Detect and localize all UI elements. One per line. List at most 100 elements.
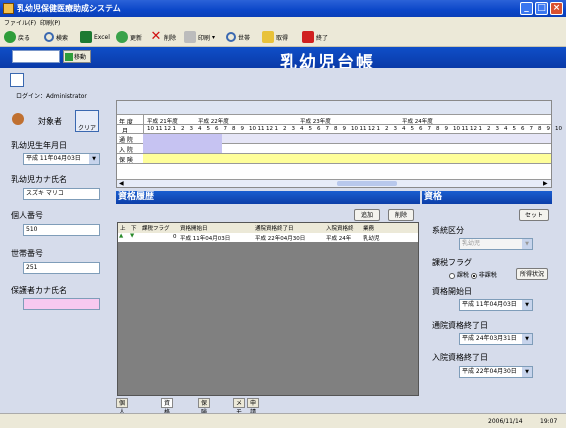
month-label: 11	[461, 126, 469, 132]
login-label: ログイン：Administrator	[16, 93, 87, 100]
visit-coverage-bar	[143, 134, 222, 153]
system-select[interactable]: 乳幼児 ▼	[459, 238, 533, 250]
non-tax-radio[interactable]	[470, 272, 477, 279]
month-label: 4	[504, 126, 508, 132]
folder-icon	[262, 31, 274, 43]
tax-flag-label: 課税フラグ	[432, 258, 472, 267]
income-status-button[interactable]: 所得状況	[516, 268, 548, 280]
menu-file[interactable]: ファイル(F)	[4, 18, 36, 27]
month-label: 7	[223, 126, 228, 132]
month-label: 2	[181, 126, 185, 132]
edit-icon	[10, 73, 24, 87]
month-label: 9	[546, 126, 551, 132]
back-button[interactable]: 戻る	[4, 29, 30, 45]
household-number-label: 世帯番号	[11, 249, 43, 258]
move-up-icon[interactable]: ▲	[119, 233, 123, 239]
visit-end-select[interactable]: 平成 24年03月31日 ▼	[459, 333, 533, 345]
timeline-scrollbar[interactable]: ◀ ▶	[117, 179, 551, 187]
year-label: 平成 24年度	[402, 119, 433, 125]
move-button[interactable]: 移動	[63, 50, 91, 63]
tab-application[interactable]: 申請情報	[247, 398, 260, 428]
qual-start-select[interactable]: 平成 11年04月03日 ▼	[459, 299, 533, 311]
history-delete-button[interactable]: 削除	[388, 209, 414, 221]
delete-button[interactable]: ✕ 削除	[150, 29, 176, 45]
tab-personal-info[interactable]: 個人情報管理	[116, 398, 129, 428]
month-label: 8	[334, 126, 338, 132]
kana-label: 乳幼児カナ氏名	[11, 175, 67, 184]
month-label: 1	[478, 126, 483, 132]
month-label: 5	[512, 126, 517, 132]
history-table: 上 下 課税フラグ 資格開始日 通院資格終了日 入院資格終 業務 ▲ ▼ 0 平…	[117, 222, 419, 396]
minimize-button[interactable]: _	[520, 2, 533, 15]
move-down-icon[interactable]: ▼	[130, 233, 134, 239]
table-row[interactable]: ▲ ▼ 0 平成 11年04月03日 平成 22年04月30日 平成 24年 乳…	[118, 233, 418, 242]
window-title: 乳幼児保健医療助成システム	[17, 4, 121, 13]
month-label: 2	[283, 126, 287, 132]
qual-start-label: 資格開始日	[432, 287, 472, 296]
month-label: 6	[317, 126, 321, 132]
household-button[interactable]: 世帯	[226, 29, 250, 45]
month-label: 9	[240, 126, 245, 132]
status-bar: 2006/11/14 19:07	[0, 413, 566, 428]
month-label: 1	[376, 126, 381, 132]
scroll-left-icon[interactable]: ◀	[119, 180, 124, 187]
kana-field[interactable]: スズキ マリコ	[23, 188, 100, 200]
print-button[interactable]: 印刷 ▾	[184, 29, 215, 45]
month-label: 12	[266, 126, 273, 132]
household-number-field[interactable]: 251	[23, 262, 100, 274]
month-label: 9	[342, 126, 347, 132]
personal-number-field[interactable]: 510	[23, 224, 100, 236]
add-button[interactable]: 追加	[354, 209, 380, 221]
tab-qualification[interactable]: 資格管理	[161, 398, 174, 428]
delete-x-icon: ✕	[150, 29, 162, 44]
year-label: 平成 23年度	[300, 119, 331, 125]
close-button[interactable]: ×	[550, 2, 563, 15]
birth-select[interactable]: 平成 11年04月03日 ▼	[23, 153, 100, 165]
fetch-button[interactable]: 取得	[262, 29, 288, 45]
system-label: 系統区分	[432, 226, 464, 235]
month-label: 10	[453, 126, 460, 132]
month-label: 8	[436, 126, 440, 132]
personal-number-label: 個人番号	[11, 211, 43, 220]
month-label: 7	[529, 126, 534, 132]
clear-button[interactable]: クリア	[75, 110, 99, 132]
month-label: 11	[359, 126, 367, 132]
inpatient-end-select[interactable]: 平成 22年04月30日 ▼	[459, 366, 533, 378]
month-label: 4	[300, 126, 304, 132]
left-panel: ログイン：Administrator 対象者 クリア 乳幼児生年月日 平成 11…	[0, 68, 112, 413]
month-label: 1	[172, 126, 177, 132]
search-button[interactable]: 検索	[44, 29, 68, 45]
year-label: 平成 21年度	[147, 119, 178, 125]
exit-button[interactable]: 終了	[302, 29, 328, 45]
arrow-right-icon	[65, 52, 73, 61]
app-icon	[3, 3, 14, 14]
scroll-thumb[interactable]	[337, 181, 397, 186]
menu-print[interactable]: 印刷(P)	[40, 18, 60, 27]
chevron-down-icon: ▼	[522, 300, 532, 310]
guardian-kana-label: 保護者カナ氏名	[11, 286, 67, 295]
guardian-kana-field[interactable]	[23, 298, 100, 310]
month-label: 8	[538, 126, 542, 132]
month-label: 5	[206, 126, 211, 132]
tab-insurance[interactable]: 保険管理	[198, 398, 211, 428]
scroll-right-icon[interactable]: ▶	[543, 180, 548, 187]
qualification-header: 資格	[422, 191, 552, 204]
maximize-button[interactable]: □	[535, 2, 548, 15]
month-label: 3	[189, 126, 194, 132]
excel-button[interactable]: Excel	[80, 29, 110, 45]
tax-radio[interactable]	[449, 272, 455, 279]
printer-icon	[184, 31, 196, 43]
tab-memo[interactable]: メモ	[233, 398, 246, 416]
month-label: 6	[521, 126, 525, 132]
chevron-down-icon: ▼	[522, 334, 532, 344]
magnifier-icon	[226, 32, 236, 42]
menu-bar: ファイル(F) 印刷(P)	[0, 17, 566, 27]
set-button[interactable]: セット	[519, 209, 549, 221]
month-label: 8	[232, 126, 236, 132]
refresh-button[interactable]: 更新	[116, 29, 142, 45]
back-arrow-icon	[4, 31, 16, 43]
month-label: 10	[351, 126, 358, 132]
month-label: 12	[470, 126, 477, 132]
status-time: 19:07	[540, 418, 558, 425]
move-input[interactable]	[12, 50, 60, 63]
